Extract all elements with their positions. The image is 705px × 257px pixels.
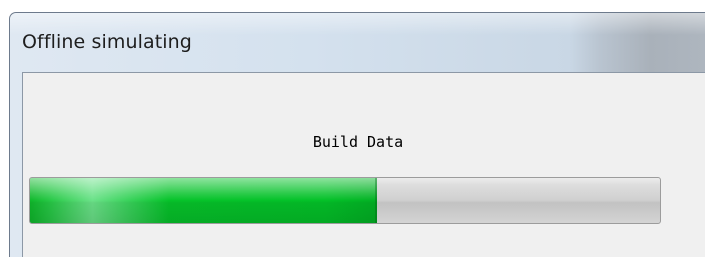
progress-bar-fill — [30, 178, 377, 223]
status-message: Build Data — [312, 133, 404, 151]
progress-bar — [29, 177, 661, 224]
title-bar[interactable]: Offline simulating — [10, 13, 705, 71]
dialog-content: Build Data — [22, 72, 705, 257]
window-title: Offline simulating — [22, 31, 192, 53]
